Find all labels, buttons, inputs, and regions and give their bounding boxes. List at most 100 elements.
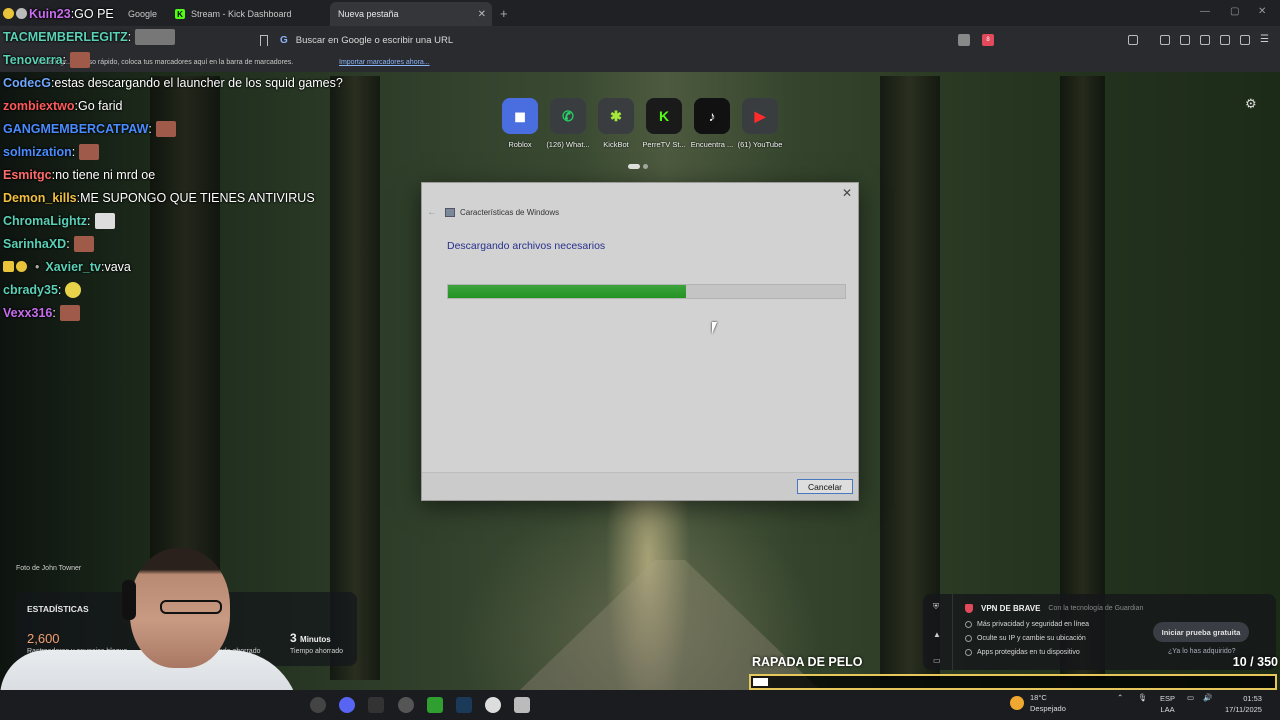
windows-features-icon <box>445 208 455 217</box>
download-icon[interactable] <box>1160 35 1170 45</box>
card-icon[interactable]: ▭ <box>933 656 941 665</box>
leo-ai-icon[interactable] <box>1220 35 1230 45</box>
chat-text: estas descargando el launcher de los squ… <box>54 75 343 90</box>
pager-dot-active[interactable] <box>628 164 640 169</box>
chevron-up-icon[interactable]: ⌃ <box>1117 693 1123 702</box>
windows-features-dialog: ✕ ← Características de Windows Descargan… <box>421 182 859 501</box>
kick-icon: K <box>646 98 682 134</box>
download-progress-bar <box>447 284 846 299</box>
windows-features-taskbar-icon[interactable] <box>514 697 530 713</box>
steam-app-icon[interactable] <box>310 697 326 713</box>
check-icon <box>965 621 972 628</box>
vpn-icon[interactable] <box>1240 35 1250 45</box>
chat-username: Demon_kills <box>3 190 77 205</box>
close-icon[interactable]: ✕ <box>842 186 852 200</box>
already-purchased-link[interactable]: ¿Ya lo has adquirido? <box>1168 648 1236 655</box>
taskbar <box>0 690 1280 720</box>
volume-icon[interactable]: 🔊 <box>1203 693 1212 702</box>
close-window-icon[interactable]: ✕ <box>1258 6 1266 17</box>
vpn-feature-text: Oculte su IP y cambie su ubicación <box>977 635 1086 642</box>
chat-message: SarinhaXD: <box>3 232 403 255</box>
emote-image <box>59 304 80 321</box>
dialog-heading: Descargando archivos necesarios <box>447 240 606 252</box>
chat-username: Tenoverra <box>3 52 63 67</box>
cancel-button[interactable]: Cancelar <box>797 479 853 494</box>
close-tab-icon[interactable]: ✕ <box>478 9 486 20</box>
vpn-feature: Más privacidad y seguridad en línea <box>965 621 1089 628</box>
brave-shields-icon[interactable] <box>958 34 970 46</box>
shield-icon[interactable]: ⛨ <box>933 602 939 612</box>
check-icon <box>965 649 972 656</box>
roblox-icon: ◼ <box>502 98 538 134</box>
vpn-title: VPN DE BRAVE <box>981 604 1041 613</box>
mouse-cursor <box>712 322 717 334</box>
discord-icon[interactable] <box>339 697 355 713</box>
sidebar-icon[interactable] <box>1180 35 1190 45</box>
steam-icon[interactable] <box>456 697 472 713</box>
chat-message: TACMEMBERLEGITZ: <box>3 25 403 48</box>
pager-dot[interactable] <box>643 164 648 169</box>
crown-badge <box>3 261 14 272</box>
gear-icon[interactable]: ⚙ <box>1245 96 1257 112</box>
chat-username: Xavier_tv <box>45 259 101 274</box>
minimize-icon[interactable]: — <box>1200 6 1210 17</box>
extensions-icon[interactable] <box>1200 35 1210 45</box>
stream-chat-overlay: Kuin23: GO PE TACMEMBERLEGITZ: Tenoverra… <box>3 2 403 324</box>
dialog-title: Características de Windows <box>460 208 560 217</box>
vpn-feature: Oculte su IP y cambie su ubicación <box>965 635 1086 642</box>
system-clock[interactable]: 01:53 17/11/2025 <box>1225 693 1262 715</box>
speed-dial-whatsapp[interactable]: ✆ (126) What... <box>546 98 590 149</box>
tiktok-icon: ♪ <box>694 98 730 134</box>
emote-image <box>73 235 94 252</box>
chat-message: Demon_kills: ME SUPONGO QUE TIENES ANTIV… <box>3 190 315 205</box>
weather-temp: 18°C <box>1030 693 1047 702</box>
speed-dial-pager[interactable] <box>628 164 648 169</box>
speed-dial-youtube[interactable]: ▶ (61) YouTube <box>738 98 782 149</box>
back-arrow-icon: ← <box>427 207 437 218</box>
goal-separator: / <box>1250 655 1254 669</box>
goal-title: RAPADA DE PELO <box>752 655 863 669</box>
chat-message: Kuin23: GO PE <box>3 2 403 25</box>
emote-image <box>79 143 100 160</box>
kickbot-icon: ✱ <box>598 98 634 134</box>
network-icon[interactable]: ▭ <box>1187 693 1194 702</box>
headset-icon <box>122 580 136 620</box>
alert-icon[interactable]: ▲ <box>933 630 941 639</box>
obs-icon[interactable] <box>398 697 414 713</box>
speed-dial-kick[interactable]: K PerreTV St... <box>642 98 686 149</box>
whatsapp-icon: ✆ <box>550 98 586 134</box>
forest-road <box>520 560 820 690</box>
goal-progress-bar <box>749 674 1277 690</box>
vpn-shield-icon <box>965 604 973 613</box>
goal-current: 10 <box>1232 655 1247 669</box>
goal-total: 350 <box>1257 655 1278 669</box>
chat-message: Vexx316: <box>3 301 403 324</box>
chat-message: Esmitgc: no tiene ni mrd oe <box>3 167 156 182</box>
speed-dial-kickbot[interactable]: ✱ KickBot <box>595 98 637 149</box>
start-trial-button[interactable]: Iniciar prueba gratuita <box>1153 622 1249 642</box>
menu-icon[interactable]: ☰ <box>1260 34 1269 45</box>
speed-dial-label: (61) YouTube <box>737 140 783 149</box>
new-tab-icon[interactable]: + <box>500 6 508 21</box>
vpn-feature-text: Más privacidad y seguridad en línea <box>977 621 1090 628</box>
speed-dial-roblox[interactable]: ◼ Roblox <box>499 98 541 149</box>
wallet-icon[interactable] <box>1128 35 1138 45</box>
microphone-icon[interactable]: 🎙 <box>1138 693 1148 702</box>
clock-date: 17/11/2025 <box>1225 705 1262 714</box>
emote-image <box>70 51 90 68</box>
vpn-feature: Apps protegidas en tu dispositivo <box>965 649 1080 656</box>
play-icon[interactable] <box>427 697 443 713</box>
chat-message: ChromaLightz: <box>3 209 403 232</box>
progress-fill <box>448 285 687 298</box>
dialog-footer: Cancelar <box>422 472 858 500</box>
maximize-icon[interactable]: ▢ <box>1230 6 1239 17</box>
chat-text: ME SUPONGO QUE TIENES ANTIVIRUS <box>80 190 315 205</box>
speed-dial-tiktok[interactable]: ♪ Encuentra ... <box>691 98 733 149</box>
terminal-icon[interactable] <box>368 697 384 713</box>
youtube-icon: ▶ <box>742 98 778 134</box>
unreal-icon[interactable] <box>485 697 501 713</box>
language-indicator[interactable]: ESP LAA <box>1160 693 1175 715</box>
brave-rewards-icon[interactable]: 8 <box>982 34 994 46</box>
vpn-feature-text: Apps protegidas en tu dispositivo <box>977 649 1080 656</box>
chat-text: vava <box>104 259 131 274</box>
